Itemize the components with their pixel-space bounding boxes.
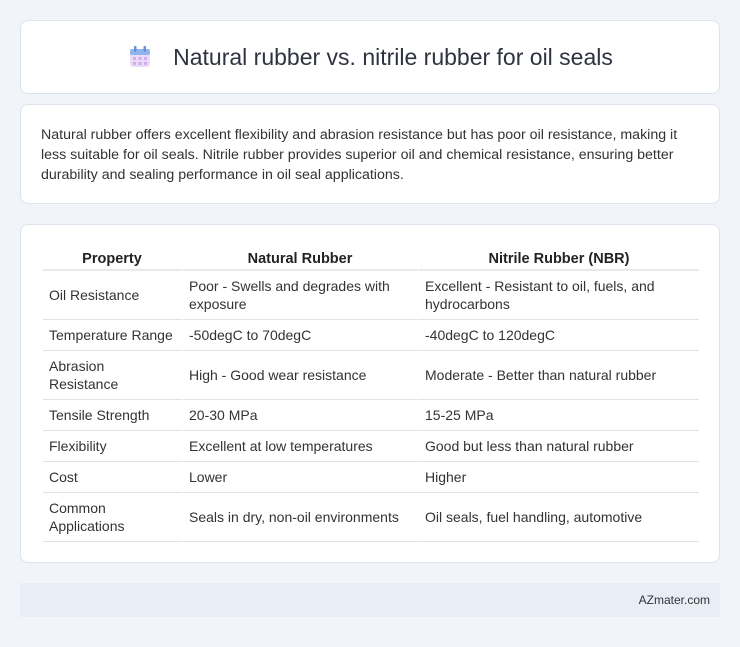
cell-property: Cost (43, 462, 183, 493)
table-row: Temperature Range -50degC to 70degC -40d… (43, 320, 699, 351)
cell-natural-rubber: Lower (183, 462, 419, 493)
cell-natural-rubber: -50degC to 70degC (183, 320, 419, 351)
table-row: Tensile Strength 20-30 MPa 15-25 MPa (43, 400, 699, 431)
table-header-row: Property Natural Rubber Nitrile Rubber (… (43, 245, 699, 271)
cell-natural-rubber: Seals in dry, non-oil environments (183, 493, 419, 542)
cell-nitrile-rubber: Moderate - Better than natural rubber (419, 351, 699, 400)
column-header-nitrile-rubber: Nitrile Rubber (NBR) (419, 245, 699, 271)
cell-property: Flexibility (43, 431, 183, 462)
footer-site-link[interactable]: AZmater.com (639, 593, 710, 607)
table-row: Common Applications Seals in dry, non-oi… (43, 493, 699, 542)
cell-nitrile-rubber: Oil seals, fuel handling, automotive (419, 493, 699, 542)
cell-nitrile-rubber: Higher (419, 462, 699, 493)
cell-nitrile-rubber: 15-25 MPa (419, 400, 699, 431)
cell-property: Common Applications (43, 493, 183, 542)
table-row: Flexibility Excellent at low temperature… (43, 431, 699, 462)
cell-nitrile-rubber: Excellent - Resistant to oil, fuels, and… (419, 271, 699, 320)
intro-card: Natural rubber offers excellent flexibil… (20, 104, 720, 204)
footer-bar: AZmater.com (20, 583, 720, 617)
cell-property: Abrasion Resistance (43, 351, 183, 400)
cell-nitrile-rubber: -40degC to 120degC (419, 320, 699, 351)
cell-natural-rubber: Excellent at low temperatures (183, 431, 419, 462)
title-wrap: Natural rubber vs. nitrile rubber for oi… (127, 44, 613, 71)
comparison-table: Property Natural Rubber Nitrile Rubber (… (43, 245, 699, 542)
table-row: Abrasion Resistance High - Good wear res… (43, 351, 699, 400)
cell-property: Tensile Strength (43, 400, 183, 431)
column-header-natural-rubber: Natural Rubber (183, 245, 419, 271)
calendar-icon (127, 44, 153, 70)
cell-natural-rubber: 20-30 MPa (183, 400, 419, 431)
cell-natural-rubber: Poor - Swells and degrades with exposure (183, 271, 419, 320)
table-card: Property Natural Rubber Nitrile Rubber (… (20, 224, 720, 563)
cell-natural-rubber: High - Good wear resistance (183, 351, 419, 400)
page-title: Natural rubber vs. nitrile rubber for oi… (173, 43, 613, 70)
table-row: Oil Resistance Poor - Swells and degrade… (43, 271, 699, 320)
cell-property: Temperature Range (43, 320, 183, 351)
title-card: Natural rubber vs. nitrile rubber for oi… (20, 20, 720, 94)
table-row: Cost Lower Higher (43, 462, 699, 493)
intro-paragraph: Natural rubber offers excellent flexibil… (41, 127, 678, 183)
cell-property: Oil Resistance (43, 271, 183, 320)
cell-nitrile-rubber: Good but less than natural rubber (419, 431, 699, 462)
column-header-property: Property (43, 245, 183, 271)
